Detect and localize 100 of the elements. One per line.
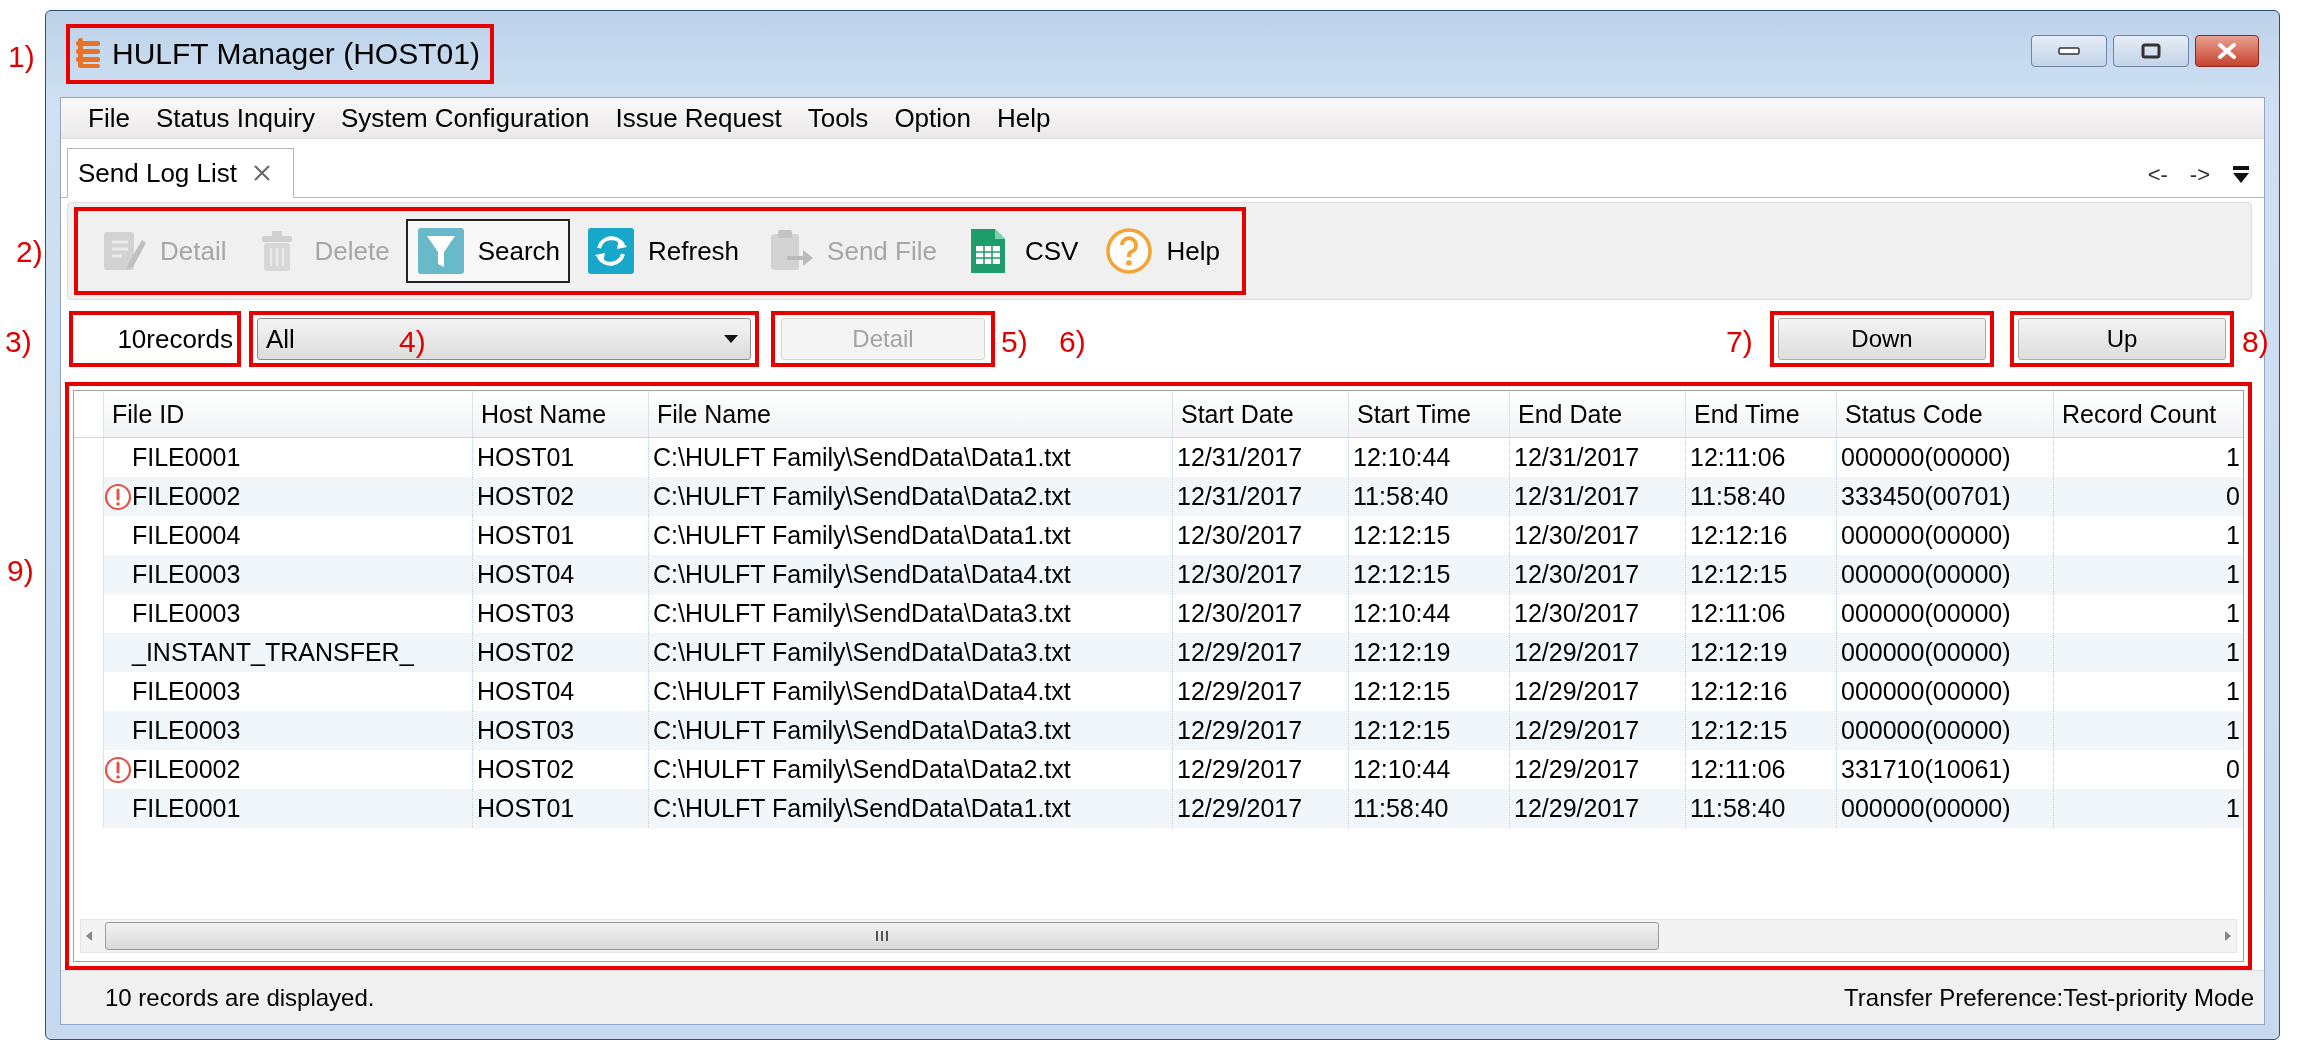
table-cell: 11:58:40 <box>1349 789 1510 828</box>
table-cell: 11:58:40 <box>1686 477 1837 516</box>
callout-number: 7) <box>1726 327 1753 357</box>
column-header[interactable]: Host Name <box>473 391 649 437</box>
column-header[interactable]: File Name <box>649 391 1173 437</box>
tab-nav-link[interactable]: <- <box>2147 162 2168 188</box>
record-count: 10records <box>117 323 233 355</box>
table-cell: FILE0003 <box>132 716 241 745</box>
funnel-icon <box>415 226 466 276</box>
table-cell: C:\HULFT Family\SendData\Data2.txt <box>649 477 1173 516</box>
table-cell: 12:12:15 <box>1349 555 1510 594</box>
table-row[interactable]: _INSTANT_TRANSFER_ HOST02 C:\HULFT Family\SendData\Data3.txt 12/29/2017 12:12:19 12/29/2017 12:12:19 000000(00000) 1 <box>74 633 2243 672</box>
table-cell: FILE0001 <box>132 794 241 823</box>
menu-item[interactable]: Status Inquiry <box>155 102 315 134</box>
table-row[interactable]: FILE0001 HOST01 C:\HULFT Family\SendData\Data1.txt 12/29/2017 11:58:40 12/29/2017 11:58:40 000000(00000) 1 <box>74 789 2243 828</box>
column-header[interactable]: Start Time <box>1349 391 1510 437</box>
callout-number: 8) <box>2242 327 2269 357</box>
menu-item[interactable]: Tools <box>807 102 869 134</box>
table-cell: 000000(00000) <box>1837 711 2054 750</box>
table-cell: HOST04 <box>473 555 649 594</box>
column-header[interactable]: Status Code <box>1837 391 2054 437</box>
status-text: Transfer Preference:Test-priority Mode <box>1844 983 2254 1012</box>
table-cell: FILE0003 <box>132 599 241 628</box>
menu-item[interactable]: File <box>88 102 130 134</box>
tab-nav-link[interactable]: -> <box>2189 162 2210 188</box>
table-cell: 000000(00000) <box>1837 633 2054 672</box>
horizontal-scrollbar[interactable] <box>80 919 2237 953</box>
table-cell: HOST02 <box>473 633 649 672</box>
column-header[interactable]: Start Date <box>1173 391 1349 437</box>
chevron-down-icon <box>2232 165 2250 185</box>
column-header[interactable]: File ID <box>104 391 473 437</box>
table-cell: C:\HULFT Family\SendData\Data4.txt <box>649 555 1173 594</box>
table-cell: 12:12:15 <box>1349 711 1510 750</box>
table-cell: FILE0003 <box>132 677 241 706</box>
table-cell: 12/29/2017 <box>1510 633 1686 672</box>
table-cell: 1 <box>2054 555 2243 594</box>
caret-down-icon <box>724 335 738 343</box>
table-cell: 12:12:15 <box>1686 711 1837 750</box>
table-cell: _INSTANT_TRANSFER_ <box>132 638 414 667</box>
table-cell: FILE0004 <box>132 521 241 550</box>
maximize-button[interactable] <box>2113 35 2189 67</box>
toolbar-button[interactable]: Help <box>1094 219 1230 283</box>
callout-number: 9) <box>7 556 34 586</box>
table-row[interactable]: FILE0003 HOST04 C:\HULFT Family\SendData\Data4.txt 12/30/2017 12:12:15 12/30/2017 12:12:15 000000(00000) 1 <box>74 555 2243 594</box>
maximize-icon <box>2141 43 2161 59</box>
down-button[interactable]: Down <box>1778 318 1986 360</box>
table-row[interactable]: FILE0003 HOST03 C:\HULFT Family\SendData\Data3.txt 12/29/2017 12:12:15 12/29/2017 12:12:15 000000(00000) 1 <box>74 711 2243 750</box>
table-row[interactable]: FILE0002 HOST02 C:\HULFT Family\SendData\Data2.txt 12/31/2017 11:58:40 12/31/2017 11:58:40 333450(00701) 0 <box>74 477 2243 516</box>
column-header[interactable]: End Date <box>1510 391 1686 437</box>
tab[interactable]: Send Log List <box>67 148 294 198</box>
table-cell: FILE0002 <box>132 482 241 511</box>
table-cell: 12/30/2017 <box>1510 555 1686 594</box>
table-cell: 1 <box>2054 633 2243 672</box>
toolbar-button[interactable]: CSV <box>952 219 1089 283</box>
close-icon <box>253 164 271 182</box>
table-cell: C:\HULFT Family\SendData\Data3.txt <box>649 711 1173 750</box>
up-button[interactable]: Up <box>2018 318 2226 360</box>
table-cell: 000000(00000) <box>1837 789 2054 828</box>
menu-item[interactable]: Option <box>894 102 971 134</box>
menu-item[interactable]: Help <box>997 102 1051 134</box>
menu-item[interactable]: System Configuration <box>340 102 590 134</box>
callout-number: 4) <box>399 327 426 357</box>
callout-number: 5) <box>1001 327 1028 357</box>
table-cell: 333450(00701) <box>1837 477 2054 516</box>
close-icon <box>2217 43 2237 59</box>
toolbar-button[interactable]: Search <box>405 219 571 283</box>
table-cell: 12/31/2017 <box>1173 477 1349 516</box>
table-cell: 11:58:40 <box>1686 789 1837 828</box>
column-header[interactable]: End Time <box>1686 391 1837 437</box>
callout-number: 1) <box>8 42 35 72</box>
grip-icon <box>874 930 890 942</box>
table-cell: 12:12:15 <box>1686 555 1837 594</box>
table-cell: HOST03 <box>473 711 649 750</box>
table-cell: 12/30/2017 <box>1173 555 1349 594</box>
scroll-thumb[interactable] <box>105 922 1659 950</box>
close-button[interactable] <box>2195 35 2259 67</box>
table-cell: HOST01 <box>473 789 649 828</box>
table-cell: 12/29/2017 <box>1173 633 1349 672</box>
table-cell: C:\HULFT Family\SendData\Data1.txt <box>649 789 1173 828</box>
refresh-icon <box>586 226 637 276</box>
minimize-icon <box>2058 46 2080 56</box>
table-cell: FILE0003 <box>132 560 241 589</box>
menu-item[interactable]: Issue Request <box>615 102 782 134</box>
callout-number: 2) <box>16 237 43 267</box>
table-cell: 12:12:19 <box>1349 633 1510 672</box>
table-cell: C:\HULFT Family\SendData\Data3.txt <box>649 633 1173 672</box>
help-icon <box>1104 226 1155 276</box>
callout-number: 3) <box>5 327 32 357</box>
table-cell: 11:58:40 <box>1349 477 1510 516</box>
table-cell: 12/29/2017 <box>1510 789 1686 828</box>
callout-number: 6) <box>1059 327 1086 357</box>
minimize-button[interactable] <box>2031 35 2107 67</box>
toolbar-button[interactable]: Refresh <box>576 219 750 283</box>
table-cell: 000000(00000) <box>1837 555 2054 594</box>
status-text: 10 records are displayed. <box>105 983 375 1012</box>
column-header[interactable]: Record Count <box>2054 391 2243 437</box>
table-cell: HOST02 <box>473 477 649 516</box>
table-cell: 12/29/2017 <box>1173 789 1349 828</box>
table-cell: 1 <box>2054 789 2243 828</box>
table-cell: 12:12:19 <box>1686 633 1837 672</box>
